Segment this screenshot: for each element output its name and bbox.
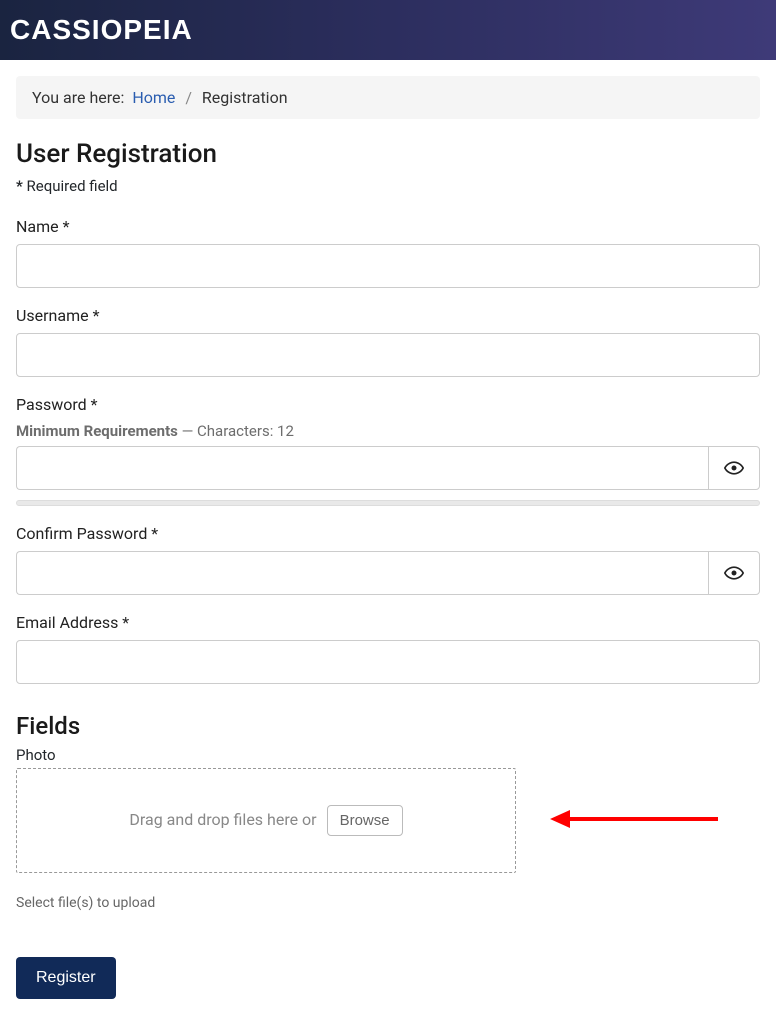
- confirm-password-field: Confirm Password *: [16, 524, 760, 595]
- app-header: CASSIOPEIA: [0, 0, 776, 60]
- main-container: You are here: Home / Registration User R…: [0, 60, 776, 1015]
- name-field: Name *: [16, 217, 760, 288]
- page-title: User Registration: [16, 139, 760, 169]
- eye-icon: [724, 461, 744, 475]
- email-input[interactable]: [16, 640, 760, 684]
- email-label: Email Address *: [16, 613, 760, 632]
- breadcrumb-separator: /: [185, 88, 192, 107]
- required-text: Required field: [23, 177, 118, 195]
- password-strength-bar: [16, 500, 760, 506]
- password-hint-rest: — Characters: 12: [178, 422, 294, 440]
- toggle-confirm-password-button[interactable]: [708, 551, 760, 595]
- required-note: * Required field: [16, 177, 760, 195]
- eye-icon: [724, 566, 744, 580]
- password-input[interactable]: [16, 446, 708, 490]
- username-input[interactable]: [16, 333, 760, 377]
- password-hint-bold: Minimum Requirements: [16, 422, 178, 440]
- confirm-password-label: Confirm Password *: [16, 524, 760, 543]
- toggle-password-button[interactable]: [708, 446, 760, 490]
- name-label: Name *: [16, 217, 760, 236]
- password-field: Password * Minimum Requirements — Charac…: [16, 395, 760, 506]
- logo: CASSIOPEIA: [10, 14, 193, 45]
- confirm-password-input-group: [16, 551, 760, 595]
- photo-label: Photo: [16, 746, 760, 764]
- breadcrumb-prefix: You are here:: [32, 88, 124, 107]
- email-field: Email Address *: [16, 613, 760, 684]
- breadcrumb-current: Registration: [202, 88, 288, 107]
- required-star: *: [16, 177, 23, 195]
- password-input-group: [16, 446, 760, 490]
- dropzone-text: Drag and drop files here or: [129, 810, 320, 829]
- username-label: Username *: [16, 306, 760, 325]
- password-hint: Minimum Requirements — Characters: 12: [16, 422, 760, 440]
- breadcrumb: You are here: Home / Registration: [16, 76, 760, 119]
- upload-hint: Select file(s) to upload: [16, 895, 760, 911]
- register-button[interactable]: Register: [16, 957, 116, 999]
- photo-dropzone[interactable]: Drag and drop files here or Browse: [16, 768, 516, 873]
- confirm-password-input[interactable]: [16, 551, 708, 595]
- fields-section-title: Fields: [16, 712, 760, 740]
- browse-button[interactable]: Browse: [327, 805, 403, 836]
- breadcrumb-home-link[interactable]: Home: [132, 88, 175, 107]
- password-label: Password *: [16, 395, 760, 414]
- name-input[interactable]: [16, 244, 760, 288]
- username-field: Username *: [16, 306, 760, 377]
